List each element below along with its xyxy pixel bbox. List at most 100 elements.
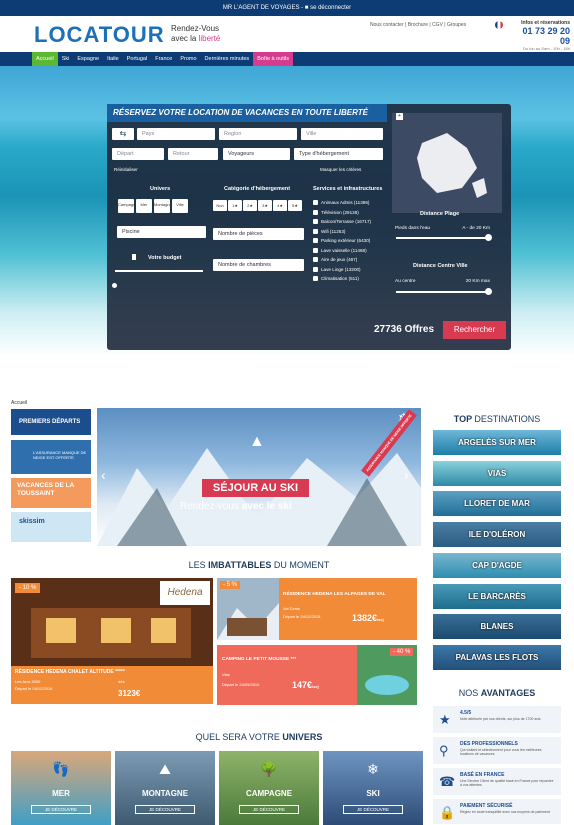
masquer-link[interactable]: Masquer les critères [320,167,361,172]
univers-montagne[interactable]: ⛰ MONTAGNE JE DÉCOUVRE [115,751,215,825]
nav-accueil[interactable]: Accueil [32,52,58,66]
univers-campagne[interactable]: 🌳 CAMPAGNE JE DÉCOUVRE [219,751,319,825]
premiers-departs-banner[interactable]: PREMIERS DÉPARTS [11,409,91,435]
retour-field[interactable]: Retour [168,148,218,160]
map-expand-icon[interactable]: + [396,113,403,120]
budget-knob[interactable] [112,283,117,288]
slider-prev-icon[interactable]: ‹ [101,467,106,483]
cat-non-classe[interactable]: Non classé [213,200,227,219]
nav-italie[interactable]: Italie [103,52,123,66]
cat-4-star[interactable]: 4★ [273,200,287,211]
service-television[interactable]: Télévision (29136) [313,209,371,215]
ville-knob[interactable] [485,288,492,295]
nav-ski[interactable]: Ski [58,52,74,66]
toussaint-banner[interactable]: VACANCES DE LA TOUSSAINT [11,478,91,508]
petit-mousse-place: Vias [222,672,230,677]
ski-decouvre-button[interactable]: JE DÉCOUVRE [343,805,403,814]
lock-icon: 🔒 [439,805,456,820]
budget-label: Votre budget [148,255,182,261]
phone-block: Infos et réservations 01 73 29 20 09 Du … [510,20,570,51]
service-wifi[interactable]: Wifi (11253) [313,228,371,234]
plage-slider[interactable] [396,237,488,239]
budget-slider[interactable] [115,270,203,272]
service-animaux[interactable]: Animaux Admis (11396) [313,200,371,205]
service-balcon[interactable]: Balcon/Terrasse (16717) [313,219,371,224]
swap-icon[interactable]: ⇆ [112,128,134,140]
french-flag-icon[interactable] [495,21,503,29]
tagline: Rendez-Vous avec la liberté [171,24,220,44]
nav-france[interactable]: France [151,52,176,66]
distance-plage-label: Distance Plage [420,211,460,217]
nav-promo[interactable]: Promo [176,52,200,66]
montagne-option[interactable]: Montagne [154,199,172,213]
montagne-decouvre-button[interactable]: JE DÉCOUVRE [135,805,195,814]
dest-blanes[interactable]: BLANES [433,614,561,639]
services-list: Animaux Admis (11396) Télévision (29136)… [313,200,371,281]
mer-decouvre-button[interactable]: JE DÉCOUVRE [31,805,91,814]
cat-5-star[interactable]: 5★ [288,200,302,211]
cat-1-star[interactable]: 1★ [228,200,242,211]
nav-dernieres-minutes[interactable]: Dernières minutes [201,52,254,66]
voyageurs-field[interactable]: Voyageurs [223,148,290,160]
service-lave-vaisselle[interactable]: Lave vaisselle (11468) [313,247,371,253]
slider-title: SÉJOUR AU SKI [202,479,309,497]
hedena-logo: Hedena [160,581,210,605]
nav-boite-a-outils[interactable]: Boîte à outils [253,52,293,66]
alpages-place: Val Cenis [283,606,300,611]
assurance-banner[interactable]: L'ASSURANCE MANQUE DE NEIGE EST OFFERTE [11,440,91,474]
budget-icon [132,254,136,260]
univers-title: QUEL SERA VOTRE UNIVERS [195,732,323,742]
categorie-label: Catégorie d'hébergement [224,186,291,192]
locatour-logo[interactable]: LOCATOUR [34,22,165,48]
service-aire-de-jeux[interactable]: Aire de jeux (467) [313,257,371,262]
dest-argeles[interactable]: ARGELÈS SUR MER [433,430,561,455]
imbattables-title: LES IMBATTABLES DU MOMENT [188,560,330,570]
univers-mer[interactable]: 👣 MER JE DÉCOUVRE [11,751,111,825]
dest-barcares[interactable]: LE BARCARÈS [433,584,561,609]
type-hebergement-field[interactable]: Type d'hébergement [294,148,383,160]
alpages-date: Départ le 24/12/2016 [283,614,321,619]
service-lave-linge[interactable]: Lave Linge (13200) [313,266,371,272]
piscine-field[interactable]: Piscine [117,226,206,238]
phone-hours: Du lun au Sam - 10h - 18h [523,46,570,51]
phone-number[interactable]: 01 73 29 20 09 [510,26,570,46]
campagne-decouvre-button[interactable]: JE DÉCOUVRE [239,805,299,814]
region-field[interactable]: Region [219,128,297,140]
depart-field[interactable]: Départ [112,148,164,160]
ski-slider[interactable] [97,408,421,546]
campagne-option[interactable]: Campagne [118,199,138,213]
slider-next-icon[interactable]: › [404,467,409,483]
dest-palavas[interactable]: PALAVAS LES FLOTS [433,645,561,670]
chambres-field[interactable]: Nombre de chambres [213,259,304,271]
plage-knob[interactable] [485,234,492,241]
reinit-link[interactable]: Réinitialiser [114,167,138,172]
alpages-card[interactable] [217,578,417,640]
ville-option[interactable]: Ville [172,199,188,213]
nav-portugal[interactable]: Portugal [123,52,152,66]
cat-3-star[interactable]: 3★ [258,200,272,211]
service-climatisation[interactable]: Climatisation (511) [313,276,371,281]
breadcrumb[interactable]: Accueil [11,400,27,406]
ville-field[interactable]: Ville [301,128,383,140]
pays-field[interactable]: Pays [137,128,215,140]
map-widget[interactable] [392,113,502,213]
header-links[interactable]: Nous contacter | Brochure | CGV | Groupe… [370,22,466,28]
cat-2-star[interactable]: 2★ [243,200,257,211]
search-button[interactable]: Rechercher [443,321,506,339]
skissim-banner[interactable]: skissim [11,512,91,542]
dest-lloret[interactable]: LLORET DE MAR [433,491,561,516]
dest-vias[interactable]: VIAS [433,461,561,486]
dest-cap-agde[interactable]: CAP D'AGDE [433,553,561,578]
mer-option[interactable]: Mer [136,199,152,213]
services-label: Services et infrastructures [313,186,383,192]
nav-espagne[interactable]: Espagne [73,52,103,66]
agent-logout-link[interactable]: MR L'AGENT DE VOYAGES - ■ se déconnecter [223,5,351,11]
petit-mousse-card[interactable] [217,645,417,705]
avantage-rating: ★ 4.5/5 Note attribuée par nos clients, su… [433,706,561,734]
dest-oleron[interactable]: ILE D'OLÉRON [433,522,561,547]
pieces-field[interactable]: Nombre de pièces [213,228,304,240]
service-parking[interactable]: Parking extérieur (6430) [313,238,371,243]
univers-ski[interactable]: ❄ SKI JE DÉCOUVRE [323,751,423,825]
ville-slider[interactable] [396,291,488,293]
avantage-paiement: 🔒 PAIEMENT SÉCURISÉ Réglez en toute tranqu… [433,799,561,825]
